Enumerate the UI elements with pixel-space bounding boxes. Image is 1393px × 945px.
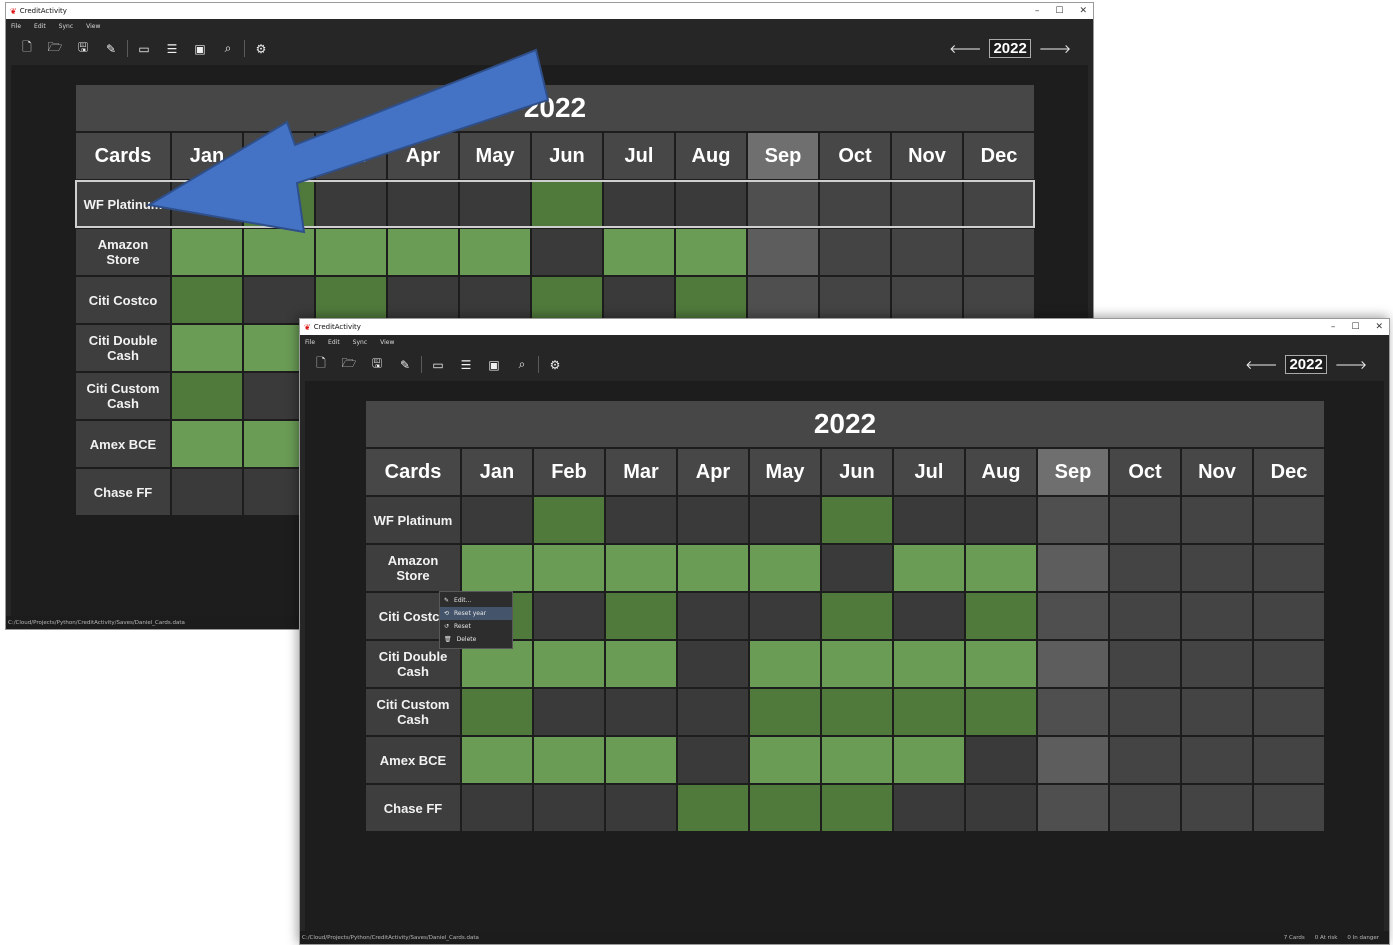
arrow-shape [146,48,550,234]
annotation-arrow [146,48,550,234]
